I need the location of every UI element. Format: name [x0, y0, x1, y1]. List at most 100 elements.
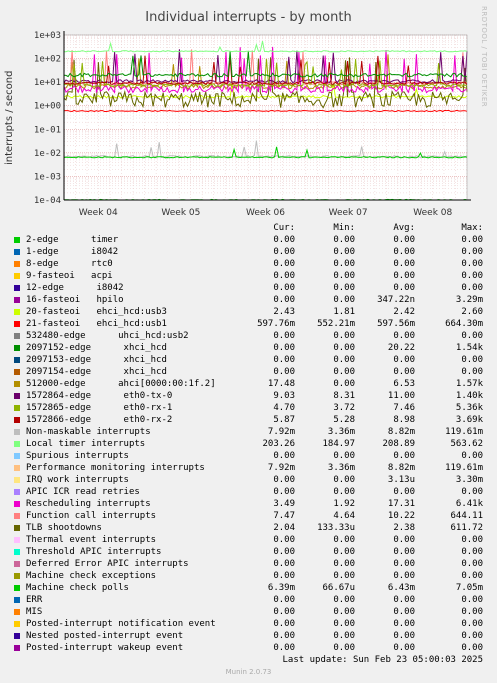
- munin-version: Munin 2.0.73: [225, 668, 272, 676]
- series-avg: 0.00: [393, 643, 415, 653]
- series-avg: 0.00: [393, 271, 415, 281]
- series-max: 2.60: [461, 307, 483, 317]
- series-max: 0.00: [461, 619, 483, 629]
- series-name: 2097152-edge xhci_hcd: [26, 343, 167, 353]
- series-max: 0.00: [461, 535, 483, 545]
- legend-row: 9-fasteoi acpi 0.00 0.00 0.00 0.00: [12, 270, 483, 282]
- series-cur: 0.00: [273, 343, 295, 353]
- series-name: 21-fasteoi ehci_hcd:usb1: [26, 319, 167, 329]
- series-name: 1572866-edge eth0-rx-2: [26, 415, 173, 425]
- series-max: 119.61m: [445, 427, 483, 437]
- series-cur: 0.00: [273, 631, 295, 641]
- legend-row: APIC ICR read retries 0.00 0.00 0.00 0.00: [12, 486, 483, 498]
- series-avg: 8.82m: [387, 463, 415, 473]
- legend-swatch: [14, 465, 20, 471]
- legend-row: Rescheduling interrupts 3.49 1.92 17.31 6.41…: [12, 498, 483, 510]
- legend-row: 1572864-edge eth0-tx-0 9.03 8.31 11.00 1.40k: [12, 390, 483, 402]
- series-max: 3.30m: [455, 475, 483, 485]
- series-max: 0.00: [461, 235, 483, 245]
- y-tick-label: 1e-02: [34, 149, 61, 159]
- legend-row: 1-edge i8042 0.00 0.00 0.00 0.00: [12, 246, 483, 258]
- y-tick-label: 1e+03: [34, 31, 61, 41]
- series-cur: 0.00: [273, 475, 295, 485]
- series-cur: 0.00: [273, 271, 295, 281]
- series-min: 133.33u: [317, 523, 355, 533]
- legend-row: Non-maskable interrupts 7.92m 3.36m 8.82m 11…: [12, 426, 483, 438]
- legend-row: 12-edge i8042 0.00 0.00 0.00 0.00: [12, 282, 483, 294]
- series-name: 2097154-edge xhci_hcd: [26, 367, 167, 377]
- series-max: 3.69k: [455, 415, 483, 425]
- series-name: 2-edge timer: [26, 235, 119, 245]
- legend-row: 8-edge rtc0 0.00 0.00 0.00 0.00: [12, 258, 483, 270]
- series-name: 9-fasteoi acpi: [26, 271, 113, 281]
- legend-row: 1572866-edge eth0-rx-2 5.87 5.28 8.98 3.69k: [12, 414, 483, 426]
- col-max-header: Max:: [461, 223, 483, 233]
- series-min: 8.31: [333, 391, 355, 401]
- series-min: 0.00: [333, 547, 355, 557]
- series-max: 0.00: [461, 631, 483, 641]
- series-cur: 5.87: [273, 415, 295, 425]
- series-max: 664.30m: [445, 319, 483, 329]
- series-cur: 0.00: [273, 331, 295, 341]
- series-max: 0.00: [461, 451, 483, 461]
- x-tick-label: Week 06: [246, 208, 285, 215]
- series-cur: 0.00: [273, 535, 295, 545]
- series-max: 563.62: [450, 439, 483, 449]
- legend-swatch: [14, 501, 20, 507]
- series-max: 1.57k: [455, 379, 483, 389]
- series-min: 0.00: [333, 619, 355, 629]
- series-avg: 0.00: [393, 571, 415, 581]
- legend-row: Machine check exceptions 0.00 0.00 0.00 0.00: [12, 570, 483, 582]
- series-name: 1572864-edge eth0-tx-0: [26, 391, 173, 401]
- series-cur: 0.00: [273, 283, 295, 293]
- legend-row: Machine check polls 6.39m 66.67u 6.43m 7.05m: [12, 582, 483, 594]
- series-name: Rescheduling interrupts: [26, 499, 151, 509]
- legend-rows: 2-edge timer 0.00 0.00 0.00 0.00 1-edge i8042…: [12, 234, 483, 654]
- series-name: Local timer interrupts: [26, 439, 146, 449]
- legend-row: MIS 0.00 0.00 0.00 0.00: [12, 606, 483, 618]
- series-max: 0.00: [461, 643, 483, 653]
- series-cur: 9.03: [273, 391, 295, 401]
- series-min: 66.67u: [322, 583, 355, 593]
- legend-row: Posted-interrupt wakeup event 0.00 0.00 0.0…: [12, 642, 483, 654]
- series-avg: 0.00: [393, 235, 415, 245]
- series-name: Function call interrupts: [26, 511, 157, 521]
- series-max: 0.00: [461, 271, 483, 281]
- legend-swatch: [14, 513, 20, 519]
- series-name: IRQ work interrupts: [26, 475, 129, 485]
- series-avg: 0.00: [393, 247, 415, 257]
- legend-row: 512000-edge ahci[0000:00:1f.2] 17.48 0.00 6…: [12, 378, 483, 390]
- series-max: 0.00: [461, 547, 483, 557]
- series-avg: 0.00: [393, 547, 415, 557]
- series-avg: 0.00: [393, 535, 415, 545]
- series-avg: 17.31: [387, 499, 415, 509]
- legend-swatch: [14, 333, 20, 339]
- series-max: 119.61m: [445, 463, 483, 473]
- series-min: 3.36m: [327, 463, 355, 473]
- series-min: 0.00: [333, 343, 355, 353]
- series-name: 20-fasteoi ehci_hcd:usb3: [26, 307, 167, 317]
- series-min: 4.64: [333, 511, 355, 521]
- series-max: 1.54k: [455, 343, 483, 353]
- legend-swatch: [14, 537, 20, 543]
- series-avg: 0.00: [393, 331, 415, 341]
- series-cur: 0.00: [273, 451, 295, 461]
- series-min: 1.92: [333, 499, 355, 509]
- legend-swatch: [14, 249, 20, 255]
- legend-swatch: [14, 357, 20, 363]
- series-name: Machine check exceptions: [26, 571, 157, 581]
- legend-swatch: [14, 441, 20, 447]
- series-cur: 0.00: [273, 619, 295, 629]
- series-max: 0.00: [461, 247, 483, 257]
- series-max: 0.00: [461, 331, 483, 341]
- series-max: 0.00: [461, 487, 483, 497]
- series-min: 0.00: [333, 475, 355, 485]
- series-cur: 0.00: [273, 595, 295, 605]
- series-name: TLB shootdowns: [26, 523, 102, 533]
- series-min: 0.00: [333, 247, 355, 257]
- series-name: ERR: [26, 595, 43, 605]
- legend-row: Function call interrupts 7.47 4.64 10.22 644…: [12, 510, 483, 522]
- legend-row: Nested posted-interrupt event 0.00 0.00 0.0…: [12, 630, 483, 642]
- series-cur: 0.00: [273, 559, 295, 569]
- series-min: 5.28: [333, 415, 355, 425]
